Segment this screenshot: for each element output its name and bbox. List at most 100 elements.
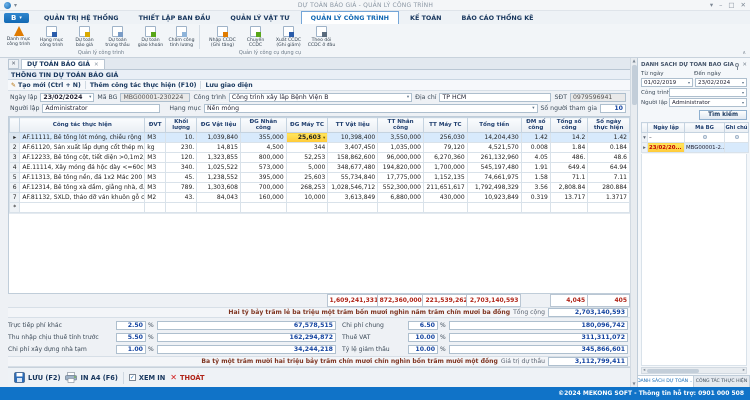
menu-tab-quản-lý-vật-tư[interactable]: QUẢN LÝ VẬT TƯ: [221, 12, 298, 24]
scroll-down-icon[interactable]: ▼: [632, 382, 635, 386]
tab-du-toan-bao-gia[interactable]: DỰ TOÁN BÁO GIÁ ✕: [21, 59, 105, 69]
grid-cell[interactable]: 0.008: [521, 143, 550, 153]
panel-horizontal-scrollbar[interactable]: ◂ ▸: [641, 367, 747, 374]
column-header[interactable]: TT Vật liệu: [328, 118, 378, 133]
filter-cell[interactable]: [725, 133, 749, 143]
grid-cell[interactable]: 789.: [166, 183, 197, 193]
ribbon-button[interactable]: Dự toán báo giá: [68, 25, 101, 49]
grid-cell[interactable]: 194,820,000: [378, 163, 424, 173]
grid-cell[interactable]: AE.11114, Xây móng đá hộc dày <=60c...: [20, 163, 145, 173]
project-filter-input[interactable]: ▾: [669, 88, 747, 97]
grid-vertical-scrollbar[interactable]: ▲ ▼: [630, 58, 637, 387]
quote-row[interactable]: ▸ 23/02/20... MBG00001-2...: [642, 143, 749, 153]
table-row[interactable]: 7AF.81132, SXLD, tháo dỡ ván khuôn gỗ c.…: [10, 193, 630, 203]
grid-cell[interactable]: [550, 203, 587, 213]
grid-cell[interactable]: 3,407,450: [328, 143, 378, 153]
grid-cell[interactable]: 340.: [166, 163, 197, 173]
grid-cell[interactable]: 3: [10, 153, 20, 163]
column-header[interactable]: TT Máy TC: [423, 118, 467, 133]
grid-cell[interactable]: AF.11313, Bê tông nền, đá 1x2 Mác 200: [20, 173, 145, 183]
grid-cell[interactable]: 25,603▾: [286, 133, 328, 143]
grid-cell[interactable]: 1,303,608: [197, 183, 241, 193]
save-layout-link[interactable]: Lưu giao diện: [205, 82, 252, 89]
grid-cell[interactable]: M3: [145, 133, 166, 143]
ribbon-button[interactable]: Dự toán trúng thầu: [101, 25, 134, 49]
grid-cell[interactable]: 430,000: [423, 193, 467, 203]
address-input[interactable]: TP HCM: [439, 93, 551, 102]
grid-cell[interactable]: [521, 203, 550, 213]
phone-input[interactable]: 0979596941: [570, 93, 626, 102]
new-estimate-link[interactable]: ✎Tạo mới (Ctrl + N): [11, 82, 81, 89]
grid-cell[interactable]: 6,270,360: [423, 153, 467, 163]
add-task-link[interactable]: Thêm công tác thực hiện (F10): [90, 82, 197, 89]
grid-cell[interactable]: 1.91: [521, 163, 550, 173]
app-menu-button[interactable]: B▾: [4, 13, 29, 23]
grid-cell[interactable]: [588, 203, 630, 213]
grid-cell[interactable]: 5,000: [286, 163, 328, 173]
grid-cell[interactable]: 2,808.84: [550, 183, 587, 193]
grid-cell[interactable]: AF.12314, Bê tông xà dầm, giằng nhà, đ..…: [20, 183, 145, 193]
grid-cell[interactable]: 10,398,400: [328, 133, 378, 143]
column-header[interactable]: Tổng tiền: [467, 118, 521, 133]
maximize-button[interactable]: □: [728, 1, 734, 9]
participants-input[interactable]: 10: [600, 104, 626, 113]
grid-cell[interactable]: 14.2: [550, 133, 587, 143]
grid-cell[interactable]: 1,792,498,329: [467, 183, 521, 193]
grid-cell[interactable]: 160,000: [240, 193, 286, 203]
grid-cell[interactable]: 4.05: [521, 153, 550, 163]
grid-cell[interactable]: *: [10, 203, 20, 213]
grid-cell[interactable]: 1,323,855: [197, 153, 241, 163]
grid-cell[interactable]: 348,677,480: [328, 163, 378, 173]
category-input[interactable]: Nền móng▾: [204, 104, 537, 113]
grid-cell[interactable]: 14,204,430: [467, 133, 521, 143]
table-row[interactable]: 3AF.12233, Bê tông cột, tiết diện >0,1m2…: [10, 153, 630, 163]
grid-cell[interactable]: 211,651,617: [423, 183, 467, 193]
grid-cell[interactable]: 2: [10, 143, 20, 153]
grid-cell[interactable]: [197, 203, 241, 213]
pin-icon[interactable]: [735, 63, 739, 67]
column-header[interactable]: ĐVT: [145, 118, 166, 133]
grid-cell[interactable]: 6,880,000: [378, 193, 424, 203]
grid-cell[interactable]: M3: [145, 153, 166, 163]
tab-cong-tac-thuc-hien[interactable]: CÔNG TÁC THỰC HIỆN: [694, 376, 750, 387]
filter-cell[interactable]: –: [648, 133, 685, 143]
column-header[interactable]: ĐG Vật liệu: [197, 118, 241, 133]
menu-tab-quản-lý-công-trình[interactable]: QUẢN LÝ CÔNG TRÌNH: [301, 11, 399, 24]
scroll-left-icon[interactable]: ◂: [643, 368, 645, 374]
ribbon-button[interactable]: Dự toán giao khoán: [134, 25, 167, 49]
grid-cell[interactable]: 48.6: [588, 153, 630, 163]
print-button[interactable]: IN A4 (F6): [65, 372, 117, 383]
table-row[interactable]: 5AF.11313, Bê tông nền, đá 1x2 Mác 200M3…: [10, 173, 630, 183]
grid-cell[interactable]: 1,035,000: [378, 143, 424, 153]
grid-cell[interactable]: 395,000: [240, 173, 286, 183]
grid-cell[interactable]: 1.84: [550, 143, 587, 153]
close-button[interactable]: ✕: [741, 1, 746, 9]
grid-cell[interactable]: 84,043: [197, 193, 241, 203]
ribbon-button[interactable]: Chấm công tính lương: [167, 25, 200, 49]
grid-cell[interactable]: 55,734,840: [328, 173, 378, 183]
new-row[interactable]: *: [10, 203, 630, 213]
grid-cell[interactable]: 261,132,960: [467, 153, 521, 163]
scroll-up-icon[interactable]: ▲: [632, 59, 635, 63]
quick-access-dropdown-icon[interactable]: ▾: [14, 2, 17, 9]
column-header[interactable]: ĐM số công: [521, 118, 550, 133]
project-input[interactable]: Công trình xây lắp Bệnh Viện B▾: [229, 93, 412, 102]
menu-tab-báo-cáo-thống-kê[interactable]: BÁO CÁO THỐNG KÊ: [453, 12, 543, 24]
table-row[interactable]: 6AF.12314, Bê tông xà dầm, giằng nhà, đ.…: [10, 183, 630, 193]
search-button[interactable]: Tìm kiếm: [699, 110, 747, 120]
grid-cell[interactable]: 120.: [166, 153, 197, 163]
to-date-input[interactable]: 23/02/2024▾: [695, 78, 747, 87]
grid-cell[interactable]: 1,039,840: [197, 133, 241, 143]
col-ngay-lap[interactable]: Ngày lập: [648, 123, 685, 133]
grid-cell[interactable]: 4: [10, 163, 20, 173]
grid-cell[interactable]: 268,253: [286, 183, 328, 193]
column-header[interactable]: Tổng số công: [550, 118, 587, 133]
chevron-down-icon[interactable]: ▾: [323, 136, 325, 141]
fee-percent-input[interactable]: 6.50: [408, 321, 438, 330]
grid-cell[interactable]: 1.42: [588, 133, 630, 143]
grid-cell[interactable]: M3: [145, 173, 166, 183]
grid-cell[interactable]: 552,300,000: [378, 183, 424, 193]
scroll-right-icon[interactable]: ▸: [743, 368, 745, 374]
col-ma-bg[interactable]: Mã BG: [685, 123, 725, 133]
col-ghi-chu[interactable]: Ghi chú: [725, 123, 749, 133]
